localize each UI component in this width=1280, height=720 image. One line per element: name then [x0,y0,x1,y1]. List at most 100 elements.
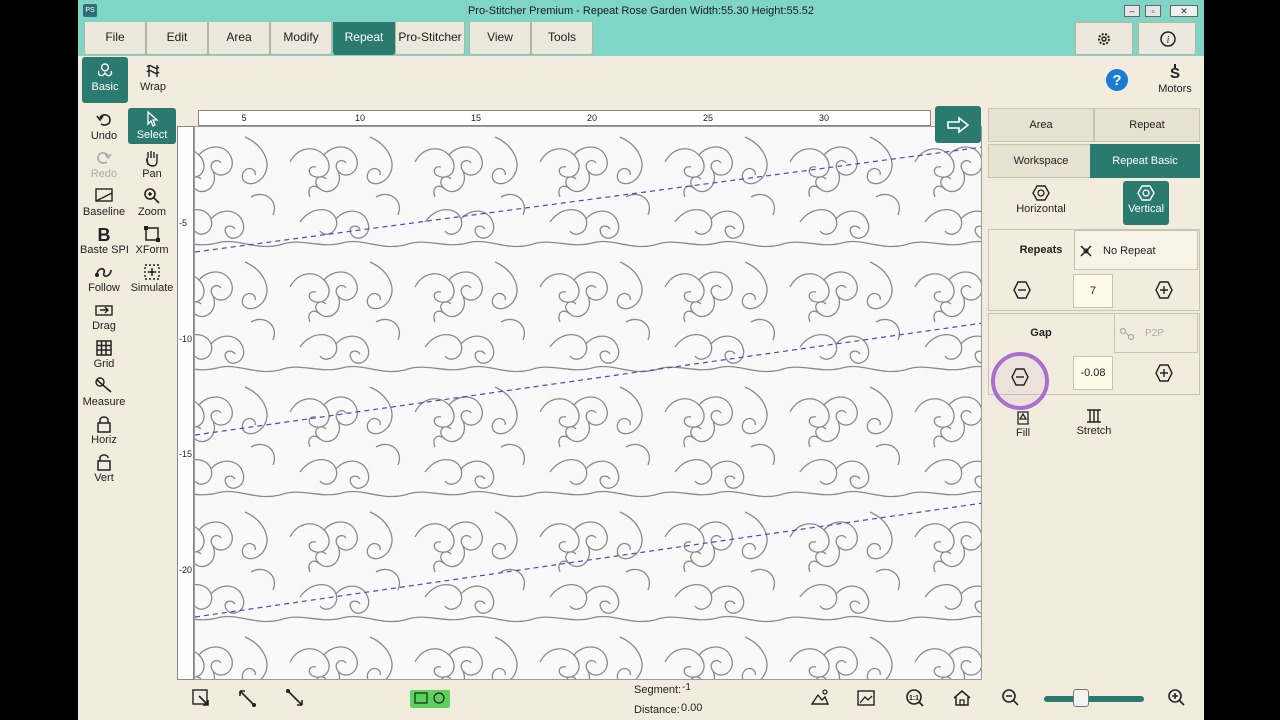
next-point-button[interactable] [284,688,306,710]
follow-label: Follow [88,282,120,294]
horizontal-button[interactable]: Horizontal [1004,184,1078,224]
undo-label: Undo [90,130,118,142]
image-icon [857,690,875,706]
close-button[interactable]: ✕ [1170,5,1198,17]
repeats-value-field[interactable]: 7 [1073,274,1113,308]
basic-mode-button[interactable]: Basic [82,57,128,103]
select-arrow-icon [147,110,159,127]
svg-text:?: ? [1112,72,1121,89]
baseline-button[interactable]: Baseline [80,187,128,221]
svg-text:B: B [98,225,111,243]
tab-area[interactable]: Area [208,22,270,55]
stretch-label: Stretch [1076,425,1112,437]
simulate-button[interactable]: Simulate [128,263,176,297]
pan-button[interactable]: Pan [128,149,176,183]
xform-button[interactable]: XForm [128,225,176,259]
zoom-actual-button[interactable]: 1:1 [904,688,926,710]
fill-label: Fill [1015,427,1031,439]
previous-point-button[interactable] [236,688,258,710]
redo-label: Redo [90,168,118,180]
fill-button[interactable]: Fill [1002,410,1044,444]
stretch-button[interactable]: Stretch [1072,408,1116,442]
tab-modify[interactable]: Modify [270,22,332,55]
tab-repeat-panel[interactable]: Repeat [1094,108,1200,142]
vertical-button[interactable]: Vertical [1123,181,1169,225]
undo-button[interactable]: Undo [80,111,128,145]
repeats-increase-button[interactable] [1152,280,1176,304]
svg-text:i: i [1167,35,1170,46]
baste-spi-button[interactable]: B Baste SPI [80,225,129,259]
home-icon [953,690,971,706]
zoom-1to1-icon: 1:1 [906,689,924,707]
drag-label: Drag [92,320,116,332]
home-button[interactable] [951,688,973,710]
settings-button[interactable] [1075,22,1133,55]
grid-button[interactable]: Grid [80,339,128,373]
svg-text:1:1: 1:1 [909,695,919,702]
ruler-tick: 15 [470,113,482,123]
help-button[interactable]: ? [1104,68,1130,94]
wrap-mode-button[interactable]: Wrap [130,57,176,103]
zoom-in-button[interactable] [1166,688,1188,710]
select-box-button[interactable] [190,688,212,710]
horizontal-ruler: 5 10 15 20 25 30 [198,110,931,126]
select-button[interactable]: Select [128,108,176,144]
xform-label: XForm [135,244,169,256]
minimize-button[interactable]: – [1124,5,1140,17]
drag-button[interactable]: Drag [80,301,128,335]
measure-label: Measure [82,396,126,408]
window-title: Pro-Stitcher Premium - Repeat Rose Garde… [467,5,815,17]
quilt-pattern [195,127,981,679]
tab-file[interactable]: File [84,22,146,55]
magnifier-icon [144,188,160,204]
tab-edit[interactable]: Edit [146,22,208,55]
gear-icon [1098,33,1110,45]
vert-lock-button[interactable]: Vert [80,453,128,487]
view-image-button[interactable] [855,688,877,710]
vert-label: Vert [94,472,114,484]
zoom-out-button[interactable] [1000,688,1022,710]
tab-view[interactable]: View [469,22,531,55]
repeats-decrease-button[interactable] [1010,280,1034,304]
maximize-button[interactable]: ▫ [1145,5,1161,17]
measure-button[interactable]: Measure [80,377,128,411]
hand-icon [146,151,158,167]
tab-repeat[interactable]: Repeat [333,22,395,55]
horizontal-repeat-icon [1032,185,1050,201]
tab-area-panel[interactable]: Area [988,108,1094,142]
zoom-in-icon [1168,689,1185,706]
minus-hex-icon [1013,281,1031,299]
tab-pro-stitcher[interactable]: Pro-Stitcher [395,22,465,55]
arrow-right-icon [947,116,970,134]
gap-decrease-button[interactable] [991,352,1049,410]
basic-icon [97,63,113,77]
redo-button[interactable]: Redo [80,149,128,183]
ruler-tick: 20 [586,113,598,123]
baseline-label: Baseline [82,206,126,218]
follow-button[interactable]: Follow [80,263,128,297]
arrow-diagonal-icon [239,690,256,707]
no-repeat-button[interactable]: No Repeat [1074,230,1198,270]
design-canvas[interactable] [194,126,982,680]
info-button[interactable]: i [1138,22,1196,55]
p2p-button[interactable]: P2P [1114,313,1198,353]
zoom-slider-track[interactable] [1044,696,1144,702]
zoom-slider-thumb[interactable] [1073,689,1089,707]
unlock-icon [97,454,111,471]
stretch-icon [1087,409,1101,423]
view-mountain-button[interactable] [809,688,831,710]
gap-value-field[interactable]: -0.08 [1073,356,1113,390]
segment-label: Segment: [634,684,682,696]
horiz-lock-button[interactable]: Horiz [80,415,128,449]
next-arrow-button[interactable] [935,106,981,143]
tab-repeat-basic[interactable]: Repeat Basic [1090,144,1200,178]
zoom-button[interactable]: Zoom [128,187,176,221]
simulate-icon [144,264,160,280]
motors-button[interactable]: S Motors [1152,64,1198,100]
tab-tools[interactable]: Tools [531,22,593,55]
menu-bar: File Edit Area Modify Repeat Pro-Stitche… [78,22,1204,56]
baseline-icon [95,188,113,202]
gap-label: Gap [1030,327,1052,339]
gap-increase-button[interactable] [1152,363,1176,387]
tab-workspace[interactable]: Workspace [988,144,1094,178]
